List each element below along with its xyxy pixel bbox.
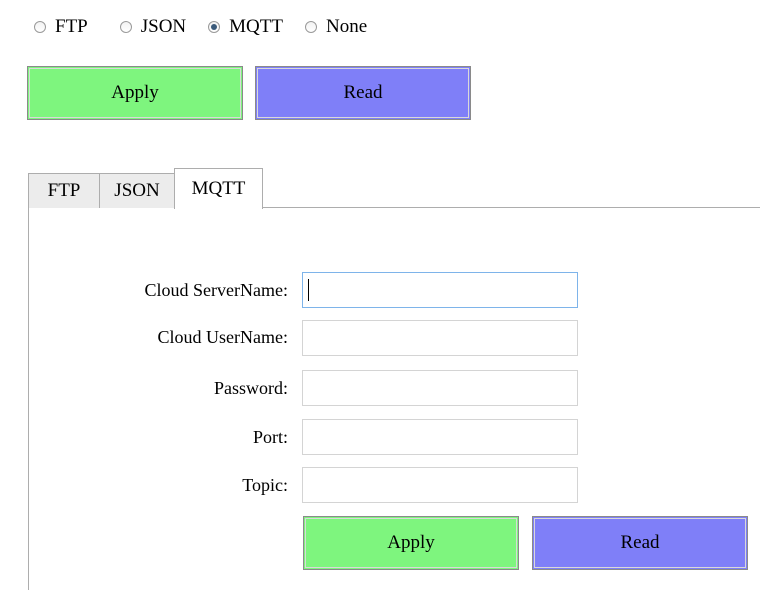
- top-read-label: Read: [343, 82, 383, 103]
- top-apply-button[interactable]: Apply: [27, 66, 243, 120]
- cloud-username-input[interactable]: [302, 320, 578, 356]
- radio-ftp[interactable]: FTP: [34, 16, 88, 38]
- radio-json-label[interactable]: JSON: [141, 16, 186, 38]
- mqtt-read-label: Read: [620, 532, 660, 553]
- radio-ftp-label[interactable]: FTP: [55, 16, 88, 38]
- cloud-username-label: Cloud UserName:: [157, 327, 288, 347]
- mqtt-apply-button[interactable]: Apply: [303, 516, 519, 570]
- topic-input[interactable]: [302, 467, 578, 503]
- cloud-servername-input[interactable]: [302, 272, 578, 308]
- mqtt-read-button[interactable]: Read: [532, 516, 748, 570]
- radio-json-circle[interactable]: [119, 21, 132, 33]
- protocol-radio-group: FTP JSON MQTT None: [34, 14, 387, 40]
- radio-none-circle[interactable]: [304, 21, 317, 33]
- port-input[interactable]: [302, 419, 578, 455]
- topic-label: Topic:: [242, 475, 288, 495]
- tab-ftp-label: FTP: [47, 180, 81, 201]
- mqtt-apply-label: Apply: [387, 532, 435, 553]
- radio-none-label[interactable]: None: [326, 16, 367, 38]
- top-read-button[interactable]: Read: [255, 66, 471, 120]
- cloud-servername-label: Cloud ServerName:: [144, 280, 288, 300]
- radio-none[interactable]: None: [304, 16, 367, 38]
- tab-json-label: JSON: [114, 180, 160, 201]
- port-label: Port:: [252, 427, 288, 447]
- radio-mqtt-label[interactable]: MQTT: [229, 16, 283, 38]
- radio-json[interactable]: JSON: [119, 16, 186, 38]
- radio-mqtt[interactable]: MQTT: [208, 16, 283, 38]
- password-input[interactable]: [302, 370, 578, 406]
- tab-json[interactable]: JSON: [99, 173, 175, 208]
- tab-panel-border: [28, 207, 29, 590]
- tab-mqtt[interactable]: MQTT: [174, 168, 263, 209]
- top-apply-label: Apply: [111, 82, 159, 103]
- password-label: Password:: [213, 378, 288, 398]
- text-caret: [308, 279, 309, 301]
- tab-ftp[interactable]: FTP: [28, 173, 100, 208]
- tab-mqtt-label: MQTT: [191, 178, 246, 199]
- radio-mqtt-circle[interactable]: [208, 21, 221, 33]
- radio-ftp-circle[interactable]: [34, 21, 46, 33]
